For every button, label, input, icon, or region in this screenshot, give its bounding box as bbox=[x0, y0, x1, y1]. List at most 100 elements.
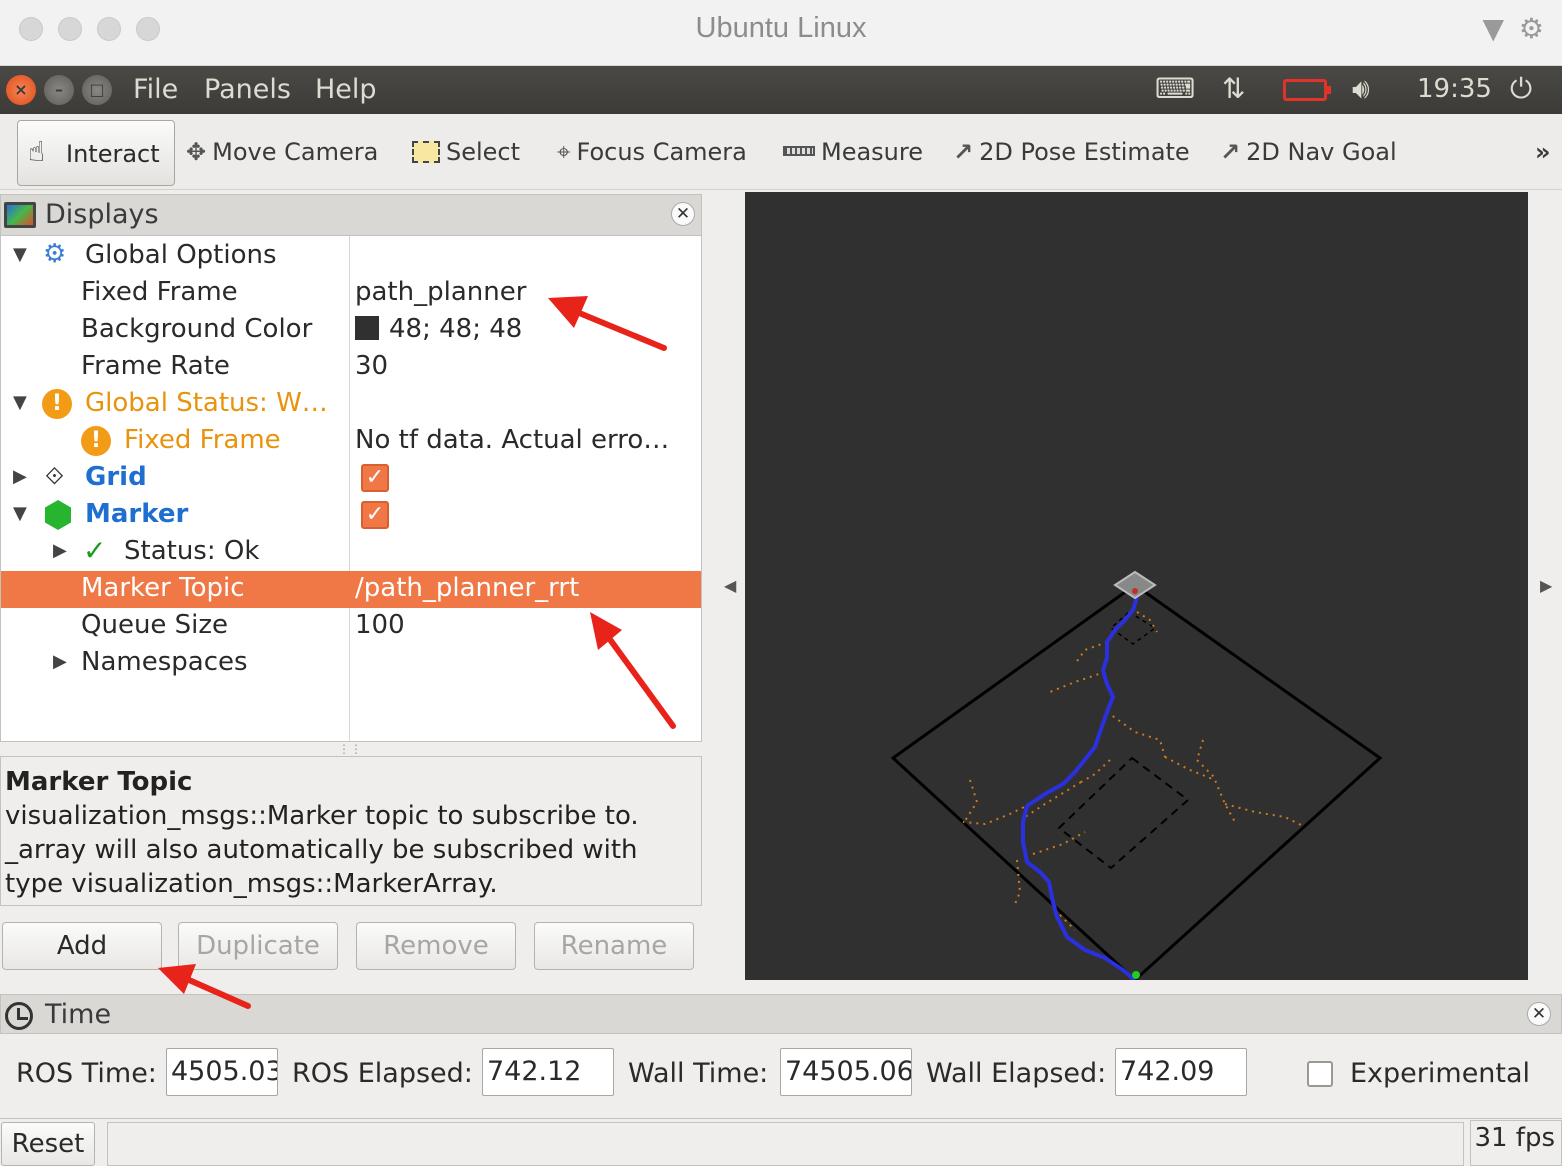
duplicate-button[interactable]: Duplicate bbox=[178, 922, 338, 970]
queue-size-value[interactable]: 100 bbox=[355, 610, 405, 640]
interact-tool-button[interactable]: ☝ Interact bbox=[17, 120, 175, 186]
tree-row-frame-rate[interactable]: Frame Rate 30 bbox=[1, 349, 701, 386]
displays-close-button[interactable]: ✕ bbox=[671, 202, 695, 226]
toolbar-overflow-button[interactable]: » bbox=[1535, 138, 1551, 166]
expand-down-icon[interactable]: ▼ bbox=[13, 392, 27, 413]
clock-icon bbox=[5, 1002, 33, 1030]
status-fixed-frame-value: No tf data. Actual erro… bbox=[355, 425, 670, 455]
focus-camera-label: Focus Camera bbox=[576, 138, 747, 166]
tree-row-status-ok[interactable]: ▶ ✓ Status: Ok bbox=[1, 534, 701, 571]
clock[interactable]: 19:35 bbox=[1417, 74, 1492, 104]
warning-icon: ! bbox=[81, 426, 111, 456]
pose-estimate-label: 2D Pose Estimate bbox=[979, 138, 1190, 166]
expand-right-icon[interactable]: ▶ bbox=[53, 651, 67, 672]
marker-topic-key: Marker Topic bbox=[81, 573, 245, 603]
wall-time-field[interactable]: 74505.06 bbox=[780, 1048, 912, 1096]
tree-row-background-color[interactable]: Background Color 48; 48; 48 bbox=[1, 312, 701, 349]
select-rect-icon bbox=[412, 141, 440, 163]
nav-goal-tool[interactable]: ↗ 2D Nav Goal bbox=[1220, 138, 1397, 166]
remove-button[interactable]: Remove bbox=[356, 922, 516, 970]
focus-crosshair-icon: ⌖ bbox=[557, 138, 571, 166]
queue-size-key: Queue Size bbox=[81, 610, 229, 640]
fps-readout: 31 fps bbox=[1470, 1120, 1562, 1166]
focus-camera-tool[interactable]: ⌖ Focus Camera bbox=[557, 138, 747, 166]
frame-rate-key: Frame Rate bbox=[81, 351, 230, 381]
grid-outline bbox=[890, 583, 1383, 980]
select-label: Select bbox=[446, 138, 521, 166]
rviz-toolbar: ☝ Interact ✥ Move Camera Select ⌖ Focus Ca… bbox=[0, 114, 1562, 190]
wall-elapsed-field[interactable]: 742.09 bbox=[1115, 1048, 1247, 1096]
goal-marker bbox=[1132, 971, 1140, 979]
experimental-label: Experimental bbox=[1350, 1058, 1531, 1089]
expand-down-icon[interactable]: ▼ bbox=[13, 244, 27, 265]
menu-file[interactable]: File bbox=[133, 74, 178, 105]
tree-row-marker[interactable]: ▼ Marker ✓ bbox=[1, 497, 701, 534]
render-3d-view[interactable] bbox=[745, 192, 1528, 980]
menu-panels[interactable]: Panels bbox=[204, 74, 291, 105]
power-icon[interactable]: ⏻ bbox=[1510, 72, 1532, 106]
color-swatch[interactable] bbox=[355, 316, 379, 340]
displays-title: Displays bbox=[45, 199, 159, 230]
frame-rate-value[interactable]: 30 bbox=[355, 351, 388, 381]
window-minimize-button[interactable]: – bbox=[44, 75, 74, 105]
status-ok-label: Status: Ok bbox=[124, 536, 260, 566]
time-title: Time bbox=[45, 999, 112, 1030]
tree-row-marker-topic[interactable]: Marker Topic /path_planner_rrt bbox=[1, 571, 701, 608]
rename-button[interactable]: Rename bbox=[534, 922, 694, 970]
grid-icon: ⟐ bbox=[45, 462, 64, 490]
time-panel-header: Time ✕ bbox=[0, 994, 1562, 1034]
window-title: Ubuntu Linux bbox=[695, 12, 867, 44]
hand-pointer-icon: ☝ bbox=[28, 135, 46, 168]
battery-icon[interactable] bbox=[1283, 79, 1331, 101]
marker-label: Marker bbox=[85, 499, 189, 529]
splitter-handle[interactable]: ⋮⋮ bbox=[338, 742, 362, 756]
tree-row-global-status[interactable]: ▼ ! Global Status: W… bbox=[1, 386, 701, 423]
mac-titlebar: Ubuntu Linux ▼ ⚙ bbox=[0, 0, 1562, 66]
background-color-value[interactable]: 48; 48; 48 bbox=[355, 314, 522, 344]
expand-down-icon[interactable]: ▼ bbox=[13, 503, 27, 524]
marker-topic-value[interactable]: /path_planner_rrt bbox=[355, 573, 579, 603]
fixed-frame-value[interactable]: path_planner bbox=[355, 277, 526, 307]
status-message-field bbox=[107, 1122, 1464, 1166]
reset-button[interactable]: Reset bbox=[1, 1122, 95, 1166]
tree-row-fixed-frame[interactable]: Fixed Frame path_planner bbox=[1, 275, 701, 312]
tree-row-status-fixed-frame[interactable]: ! Fixed Frame No tf data. Actual erro… bbox=[1, 423, 701, 460]
move-camera-tool[interactable]: ✥ Move Camera bbox=[186, 138, 378, 166]
measure-tool[interactable]: Measure bbox=[783, 138, 923, 166]
marker-enabled-checkbox[interactable]: ✓ bbox=[361, 501, 389, 529]
time-close-button[interactable]: ✕ bbox=[1527, 1002, 1551, 1026]
obstacle-outline bbox=[1057, 756, 1190, 870]
experimental-checkbox[interactable] bbox=[1307, 1061, 1333, 1087]
dropdown-triangle-icon[interactable]: ▼ bbox=[1482, 12, 1504, 45]
tree-row-namespaces[interactable]: ▶ Namespaces bbox=[1, 645, 701, 682]
fixed-frame-key: Fixed Frame bbox=[81, 277, 238, 307]
pose-estimate-tool[interactable]: ↗ 2D Pose Estimate bbox=[953, 138, 1190, 166]
expand-right-icon[interactable]: ▶ bbox=[53, 540, 67, 561]
move-camera-icon: ✥ bbox=[186, 138, 207, 166]
background-color-text: 48; 48; 48 bbox=[389, 314, 523, 344]
tree-row-grid[interactable]: ▶ ⟐ Grid ✓ bbox=[1, 460, 701, 497]
add-button[interactable]: Add bbox=[2, 922, 162, 970]
select-tool[interactable]: Select bbox=[412, 138, 520, 166]
keyboard-icon[interactable]: ⌨ bbox=[1155, 72, 1195, 105]
global-status-label: Global Status: W… bbox=[85, 388, 328, 418]
network-icon[interactable]: ⇅ bbox=[1222, 72, 1245, 105]
collapse-right-arrow-icon[interactable]: ▶ bbox=[1540, 576, 1552, 595]
volume-icon[interactable]: 🔊︎ bbox=[1352, 72, 1370, 106]
expand-right-icon[interactable]: ▶ bbox=[13, 466, 27, 487]
grid-enabled-checkbox[interactable]: ✓ bbox=[361, 464, 389, 492]
description-line: type visualization_msgs::MarkerArray. bbox=[5, 869, 498, 899]
menu-help[interactable]: Help bbox=[315, 74, 377, 105]
collapse-left-arrow-icon[interactable]: ◀ bbox=[724, 576, 736, 595]
gear-icon[interactable]: ⚙ bbox=[1519, 12, 1544, 45]
tree-row-global-options[interactable]: ▼ ⚙ Global Options bbox=[1, 238, 701, 275]
gear-icon: ⚙ bbox=[43, 239, 67, 269]
monitor-icon bbox=[4, 202, 36, 228]
tree-row-queue-size[interactable]: Queue Size 100 bbox=[1, 608, 701, 645]
ros-time-field[interactable]: 4505.03 bbox=[166, 1048, 278, 1096]
window-maximize-button[interactable]: □ bbox=[82, 75, 112, 105]
interact-label: Interact bbox=[66, 140, 160, 168]
window-close-button[interactable]: × bbox=[6, 75, 36, 105]
cube-icon bbox=[45, 500, 71, 530]
ros-elapsed-field[interactable]: 742.12 bbox=[482, 1048, 614, 1096]
